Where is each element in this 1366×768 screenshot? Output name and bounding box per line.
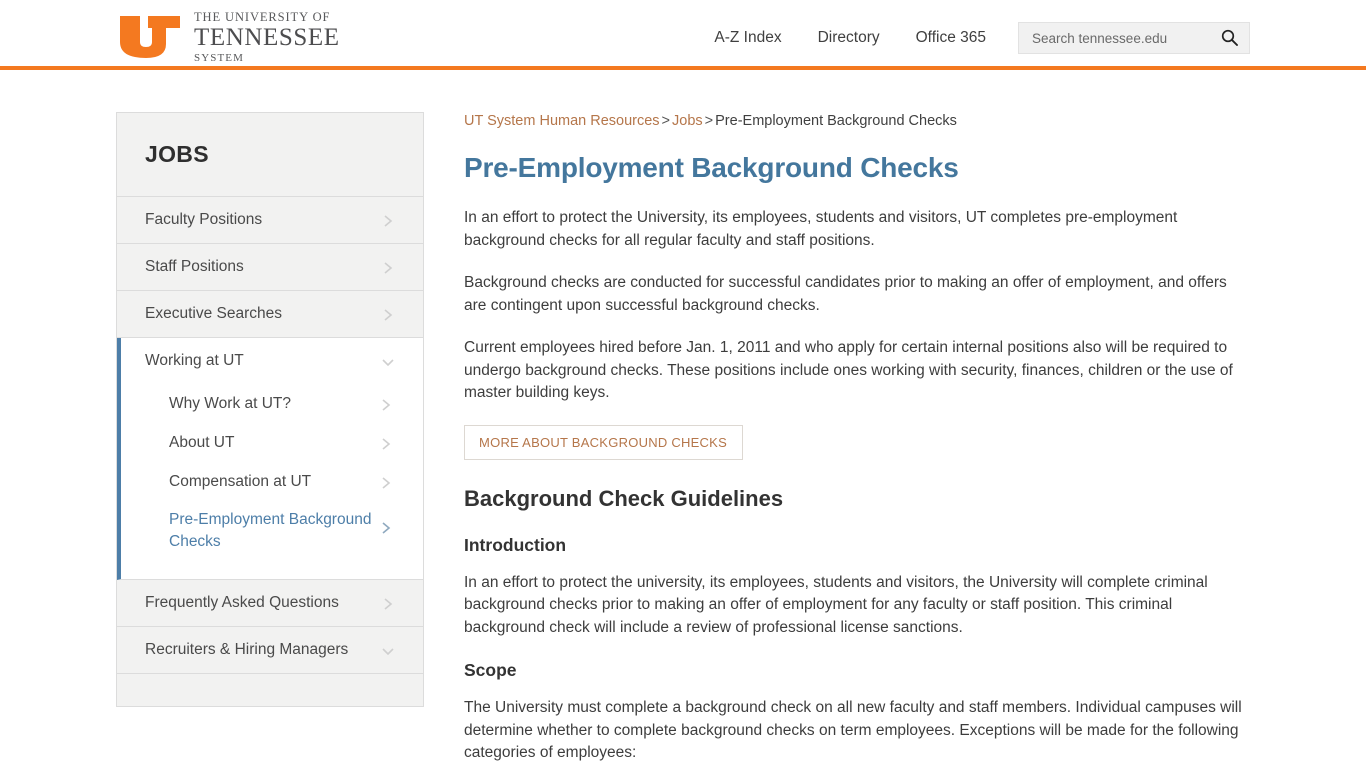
site-logo-link[interactable]: THE UNIVERSITY OF TENNESSEE SYSTEM — [118, 11, 340, 64]
main-content: UT System Human Resources > Jobs > Pre-Emplo… — [464, 112, 1244, 768]
sidebar-item-label: Staff Positions — [145, 258, 244, 275]
sidebar-title: JOBS — [145, 141, 209, 167]
header-inner: THE UNIVERSITY OF TENNESSEE SYSTEM A-Z I… — [0, 0, 1366, 70]
sidebar-item-frequently-asked-questions[interactable]: Frequently Asked Questions — [117, 580, 423, 627]
search-input[interactable] — [1019, 23, 1209, 53]
sidebar-item-label: Working at UT — [145, 352, 244, 369]
sidebar-subitem-label: Why Work at UT? — [169, 394, 292, 412]
section-title-background-check-guidelines: Background Check Guidelines — [464, 485, 784, 511]
chevron-right-icon — [381, 260, 395, 274]
nav-item-a-z-index[interactable]: A-Z Index — [696, 23, 799, 53]
sidebar-subitem-about-ut[interactable]: About UT — [121, 423, 423, 462]
chevron-right-icon — [381, 307, 395, 321]
chevron-right-icon — [379, 475, 393, 489]
sidebar-footer-spacer — [117, 674, 423, 706]
page-body: JOBS Faculty Positions Staff Positions E… — [0, 70, 1366, 764]
chevron-right-icon — [379, 397, 393, 411]
chevron-right-icon — [379, 436, 393, 450]
search-submit-button[interactable] — [1217, 27, 1241, 51]
sidebar-subitem-label: Pre-Employment Background Checks — [169, 511, 372, 550]
sidebar-item-label: Recruiters & Hiring Managers — [145, 641, 349, 658]
sidebar-subitem-why-work-at-ut[interactable]: Why Work at UT? — [121, 384, 423, 423]
chevron-right-icon — [379, 520, 393, 534]
logo-line-2: TENNESSEE — [194, 23, 340, 51]
subsection-title-introduction: Introduction — [464, 534, 567, 555]
intro-paragraph-1: In an effort to protect the University, … — [464, 209, 1178, 249]
sidebar-group-spacer — [121, 561, 423, 579]
top-navigation: A-Z Index Directory Office 365 — [696, 22, 1250, 54]
chevron-down-icon — [381, 643, 395, 657]
sidebar-subitem-label: Compensation at UT — [169, 472, 312, 490]
page-title: Pre-Employment Background Checks — [464, 152, 959, 183]
subsection-title-scope: Scope — [464, 660, 517, 680]
chevron-right-icon — [381, 596, 395, 610]
sidebar-item-recruiters-hiring-managers[interactable]: Recruiters & Hiring Managers — [117, 627, 423, 674]
sidebar-subitem-label: About UT — [169, 433, 235, 451]
sidebar-subitem-pre-employment-background-checks[interactable]: Pre-Employment Background Checks — [121, 501, 423, 561]
breadcrumb-link-jobs[interactable]: Jobs — [672, 113, 703, 129]
sidebar-item-staff-positions[interactable]: Staff Positions — [117, 244, 423, 291]
breadcrumb-current: Pre-Employment Background Checks — [715, 113, 957, 129]
scope-paragraph: The University must complete a backgroun… — [464, 699, 1242, 761]
sidebar-subitem-compensation-at-ut[interactable]: Compensation at UT — [121, 462, 423, 501]
sidebar-item-working-at-ut[interactable]: Working at UT — [121, 338, 423, 384]
sidebar-item-faculty-positions[interactable]: Faculty Positions — [117, 197, 423, 244]
search-icon — [1221, 29, 1238, 49]
sidebar-group-working-at-ut: Working at UT Why Work at UT? About UT C… — [117, 338, 423, 580]
chevron-down-icon — [381, 354, 395, 368]
logo-wordmark: THE UNIVERSITY OF TENNESSEE SYSTEM — [194, 11, 340, 64]
sidebar: JOBS Faculty Positions Staff Positions E… — [116, 112, 424, 707]
logo-line-1: THE UNIVERSITY OF — [194, 10, 331, 24]
sidebar-title-box: JOBS — [117, 113, 423, 197]
sidebar-item-label: Faculty Positions — [145, 211, 263, 228]
logo-line-3: SYSTEM — [194, 51, 244, 64]
site-header: THE UNIVERSITY OF TENNESSEE SYSTEM A-Z I… — [0, 0, 1366, 70]
intro-paragraph-3: Current employees hired before Jan. 1, 2… — [464, 339, 1233, 401]
more-about-background-checks-button[interactable]: MORE ABOUT BACKGROUND CHECKS — [464, 424, 744, 460]
intro-paragraph-2: Background checks are conducted for succ… — [464, 274, 1227, 314]
nav-item-office-365[interactable]: Office 365 — [898, 23, 1004, 53]
sidebar-item-executive-searches[interactable]: Executive Searches — [117, 291, 423, 338]
nav-item-directory[interactable]: Directory — [800, 23, 898, 53]
search-box — [1018, 22, 1250, 54]
introduction-paragraph: In an effort to protect the university, … — [464, 573, 1208, 636]
breadcrumb: UT System Human Resources > Jobs > Pre-Emplo… — [464, 112, 1244, 130]
ut-logo-icon — [118, 14, 182, 60]
sidebar-item-label: Executive Searches — [145, 305, 282, 322]
chevron-right-icon — [381, 213, 395, 227]
breadcrumb-link-ut-system-human-resources[interactable]: UT System Human Resources — [464, 113, 660, 129]
breadcrumb-separator: > — [661, 113, 671, 129]
sidebar-item-label: Frequently Asked Questions — [145, 594, 339, 611]
breadcrumb-separator: > — [704, 113, 714, 129]
